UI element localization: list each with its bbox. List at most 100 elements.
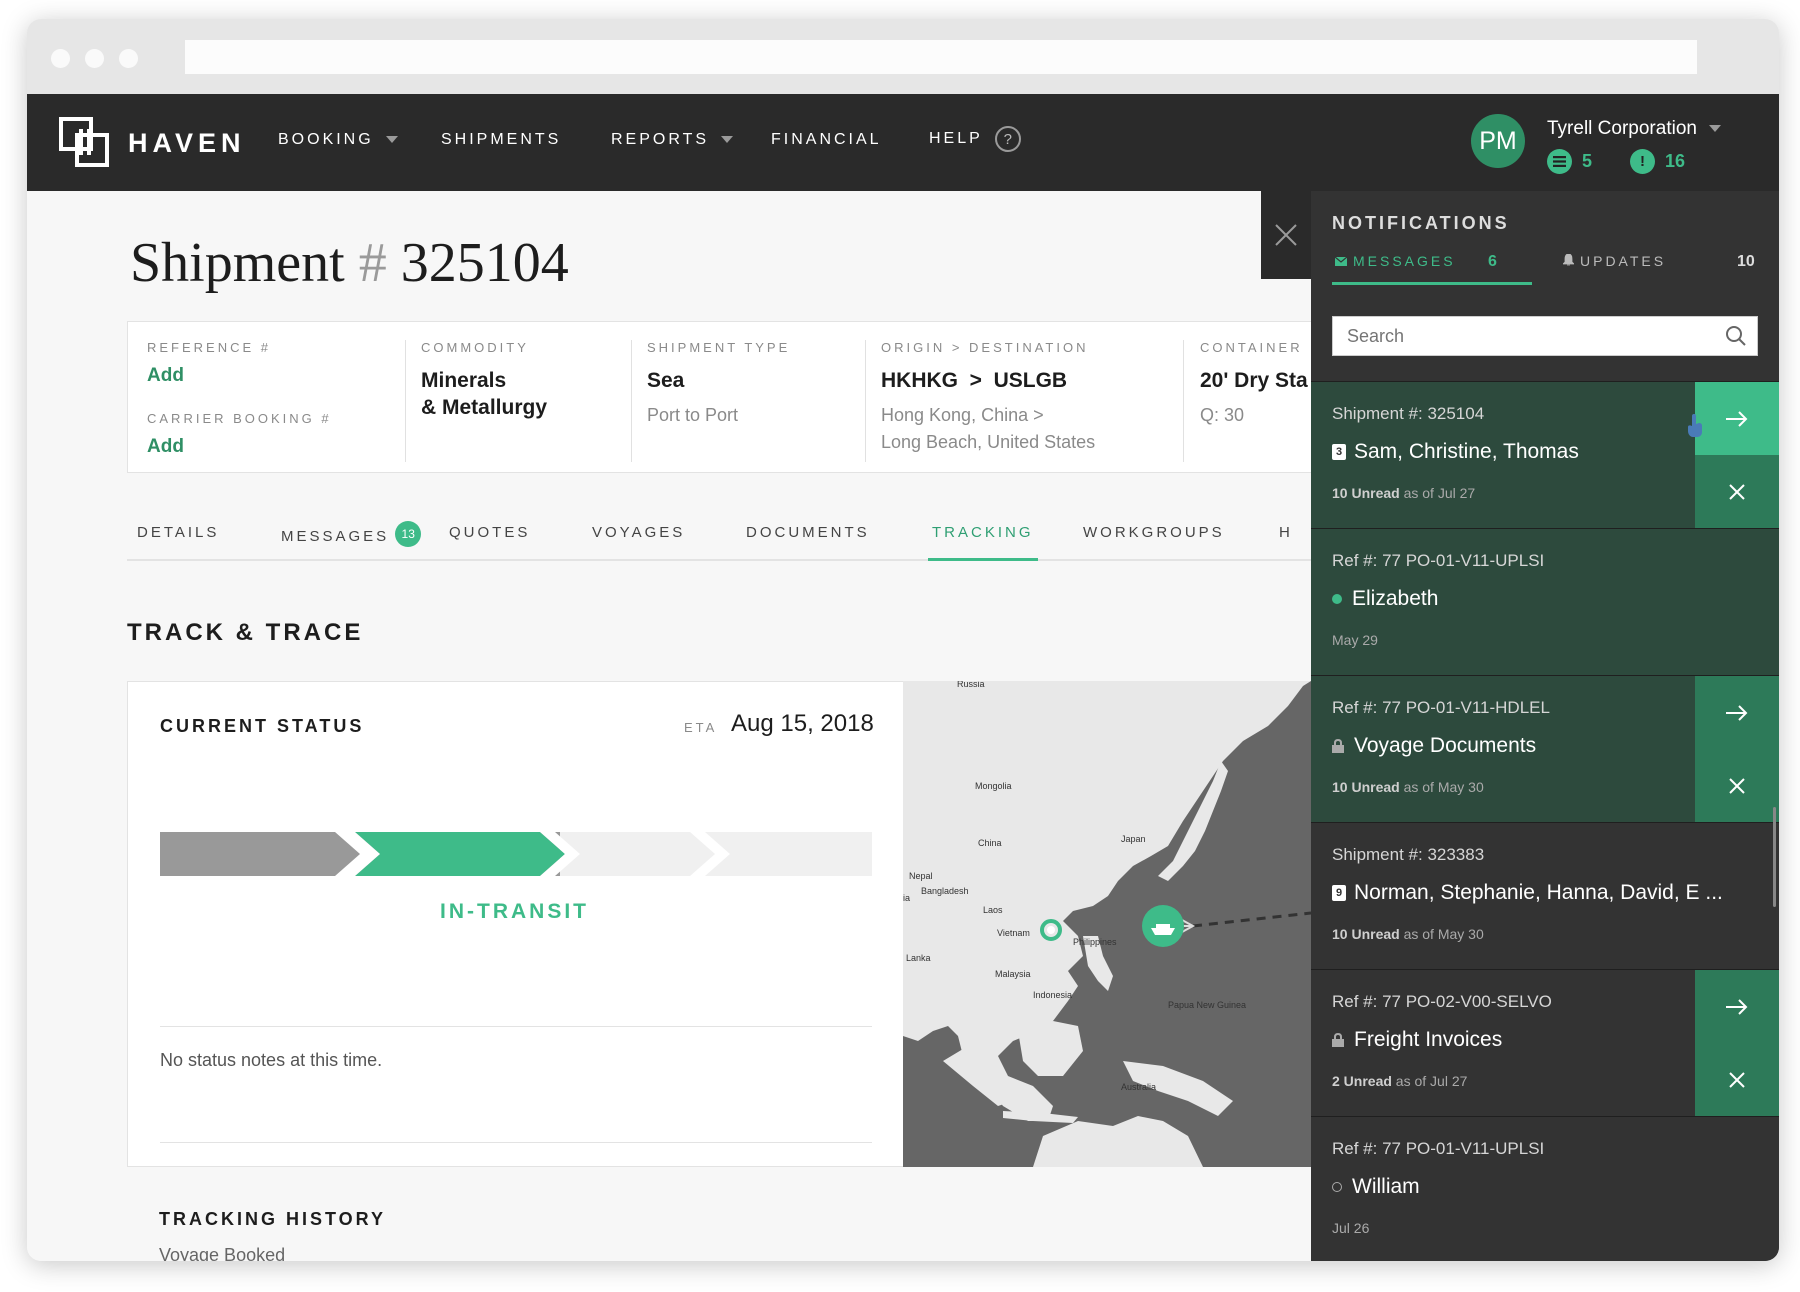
dismiss-notification-button[interactable] (1695, 455, 1779, 528)
add-carrier-booking-link[interactable]: Add (147, 436, 332, 458)
mail-icon (1334, 256, 1348, 266)
page-title-hash: # (358, 232, 387, 294)
tab-documents[interactable]: DOCUMENTS (746, 524, 870, 561)
notification-date: Jul 26 (1332, 1220, 1370, 1236)
shipment-type-sub: Port to Port (647, 405, 739, 425)
notification-ref: Ref #: 77 PO-01-V11-UPLSI (1332, 551, 1545, 570)
arrow-right-icon (1726, 998, 1748, 1015)
notification-participants: 9 Norman, Stephanie, Hanna, David, E ... (1332, 881, 1723, 905)
tracking-history-item: Voyage Booked (159, 1245, 286, 1261)
map-label-lanka: Lanka (906, 953, 931, 963)
window-control-close[interactable] (51, 49, 70, 68)
notification-name: Sam, Christine, Thomas (1354, 440, 1579, 463)
notification-item[interactable]: Shipment #: 325104 3 Sam, Christine, Thom… (1311, 381, 1779, 528)
commodity-value: Minerals (421, 369, 507, 392)
panel-scrollbar[interactable] (1773, 807, 1776, 907)
notification-meta: 10 Unread as of Jul 27 (1332, 485, 1475, 501)
org-switcher[interactable]: Tyrell Corporation (1547, 118, 1721, 140)
notification-participants: Freight Invoices (1332, 1028, 1502, 1052)
container-quantity: Q: 30 (1200, 405, 1245, 425)
map-label-vietnam: Vietnam (997, 928, 1030, 938)
add-reference-link[interactable]: Add (147, 365, 332, 387)
map-label-russia: Russia (957, 681, 985, 689)
open-notification-button[interactable] (1695, 970, 1779, 1043)
nav-booking-label: BOOKING (278, 131, 374, 148)
search-input[interactable] (1333, 317, 1713, 355)
notification-name: William (1352, 1175, 1420, 1198)
notification-name: Elizabeth (1352, 587, 1439, 610)
tracking-map[interactable]: Russia Mongolia China Japan Nepal Bangla… (903, 681, 1311, 1167)
dismiss-notification-button[interactable] (1695, 1043, 1779, 1116)
notification-date: as of Jul 27 (1399, 485, 1476, 501)
logo-mark-icon[interactable] (59, 117, 109, 167)
map-canvas[interactable]: Russia Mongolia China Japan Nepal Bangla… (903, 681, 1311, 1167)
open-notification-button[interactable] (1695, 676, 1779, 749)
close-icon (1729, 1071, 1745, 1088)
tab-voyages[interactable]: VOYAGES (592, 524, 685, 561)
nav-help[interactable]: HELP? (929, 126, 1021, 152)
notification-participants: Voyage Documents (1332, 734, 1536, 758)
nav-financial[interactable]: FINANCIAL (771, 131, 882, 149)
current-status-heading: CURRENT STATUS (160, 716, 365, 736)
tab-truncated[interactable]: H (1279, 524, 1293, 561)
avatar[interactable]: PM (1471, 114, 1525, 168)
commodity-label: COMMODITY (421, 340, 529, 355)
container-value: 20' Dry Sta (1200, 369, 1308, 392)
notification-item[interactable]: Ref #: 77 PO-01-V11-UPLSI Elizabeth May … (1311, 528, 1779, 675)
tab-updates-panel[interactable]: UPDATES (1562, 253, 1666, 281)
messages-count-badge: 13 (395, 521, 422, 547)
window-control-maximize[interactable] (119, 49, 138, 68)
tab-quotes[interactable]: QUOTES (449, 524, 530, 561)
caret-down-icon (721, 136, 734, 144)
address-bar[interactable] (185, 40, 1697, 74)
window-control-minimize[interactable] (85, 49, 104, 68)
list-icon (1547, 149, 1572, 174)
shipment-type-column: SHIPMENT TYPE Sea Port to Port (647, 340, 790, 429)
dismiss-notification-button[interactable] (1695, 749, 1779, 822)
notification-item[interactable]: Ref #: 77 PO-01-V11-UPLSI William Jul 26 (1311, 1116, 1779, 1261)
nav-booking[interactable]: BOOKING (278, 131, 398, 149)
tab-details[interactable]: DETAILS (137, 524, 219, 561)
divider (160, 1026, 872, 1027)
tab-messages-panel[interactable]: MESSAGES (1334, 253, 1456, 281)
section-title: TRACK & TRACE (127, 619, 364, 646)
map-label-bangladesh: Bangladesh (921, 886, 969, 896)
messages-count: 5 (1582, 151, 1593, 171)
nav-reports[interactable]: REPORTS (611, 131, 734, 149)
page-title-prefix: Shipment (130, 232, 345, 294)
divider (865, 340, 866, 462)
notification-item[interactable]: Shipment #: 323383 9 Norman, Stephanie, H… (1311, 822, 1779, 969)
close-notifications-button[interactable] (1261, 191, 1311, 279)
alerts-badge[interactable]: ! 16 (1630, 149, 1685, 174)
map-label-nepal: Nepal (909, 871, 933, 881)
map-label-indonesia: Indonesia (1033, 990, 1072, 1000)
arrow-right-icon (1726, 410, 1748, 427)
alert-icon: ! (1630, 149, 1655, 174)
tab-tracking[interactable]: TRACKING (928, 524, 1038, 561)
tab-workgroups[interactable]: WORKGROUPS (1083, 524, 1225, 561)
carrier-booking-label: CARRIER BOOKING # (147, 411, 332, 426)
help-icon[interactable]: ? (994, 126, 1021, 152)
close-icon (1275, 224, 1297, 246)
nav-shipments[interactable]: SHIPMENTS (441, 131, 561, 149)
unread-count: 10 Unread (1332, 779, 1400, 795)
close-icon (1729, 483, 1745, 500)
browser-window: HAVEN BOOKING SHIPMENTS REPORTS FINANCIA… (27, 19, 1779, 1261)
divider (160, 1142, 872, 1143)
notification-ref: Ref #: 77 PO-01-V11-UPLSI (1332, 1139, 1545, 1158)
notifications-panel: NOTIFICATIONS MESSAGES 6 UPDATES 10 Ship… (1311, 191, 1779, 1261)
notification-item[interactable]: Ref #: 77 PO-02-V00-SELVO Freight Invoic… (1311, 969, 1779, 1116)
tab-messages[interactable]: MESSAGES 13 (281, 521, 422, 561)
offline-status-icon (1332, 1182, 1342, 1192)
container-label: CONTAINER (1200, 340, 1303, 355)
notifications-search[interactable] (1332, 316, 1758, 356)
map-label-japan: Japan (1121, 834, 1146, 844)
notification-item[interactable]: Ref #: 77 PO-01-V11-HDLEL Voyage Documen… (1311, 675, 1779, 822)
top-navbar: HAVEN BOOKING SHIPMENTS REPORTS FINANCIA… (27, 94, 1779, 191)
search-icon[interactable] (1725, 325, 1747, 347)
open-notification-button[interactable] (1695, 382, 1779, 455)
brand-name[interactable]: HAVEN (128, 128, 246, 159)
messages-badge[interactable]: 5 (1547, 149, 1592, 174)
tracking-history-heading: TRACKING HISTORY (159, 1209, 387, 1229)
notification-participants: Elizabeth (1332, 587, 1438, 611)
